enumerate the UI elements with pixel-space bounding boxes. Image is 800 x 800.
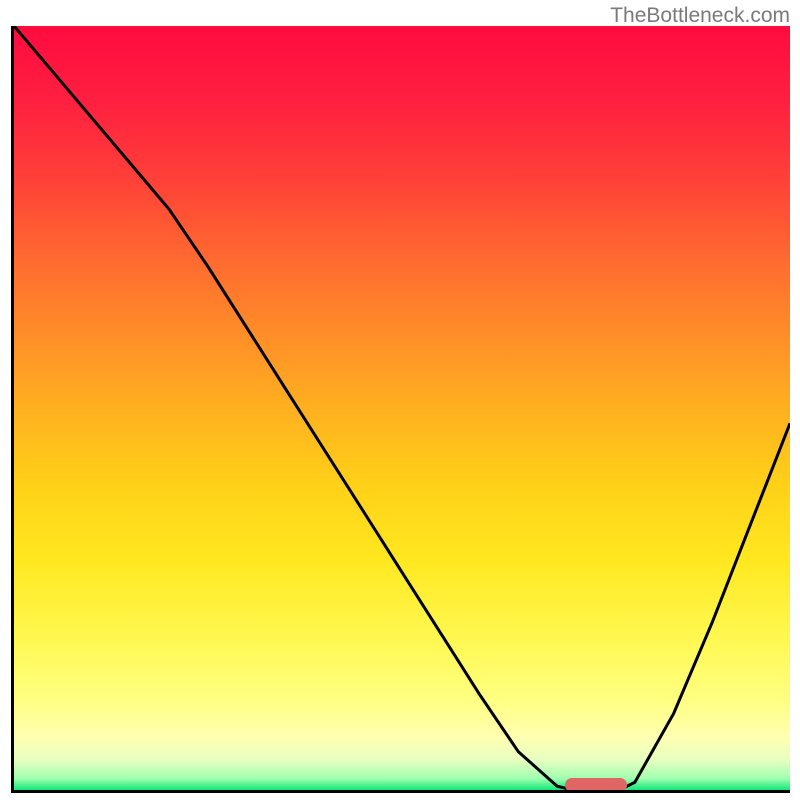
chart-plot-area	[11, 26, 790, 793]
watermark-text: TheBottleneck.com	[610, 4, 790, 28]
bottleneck-curve	[14, 26, 790, 790]
optimal-marker	[565, 778, 627, 792]
